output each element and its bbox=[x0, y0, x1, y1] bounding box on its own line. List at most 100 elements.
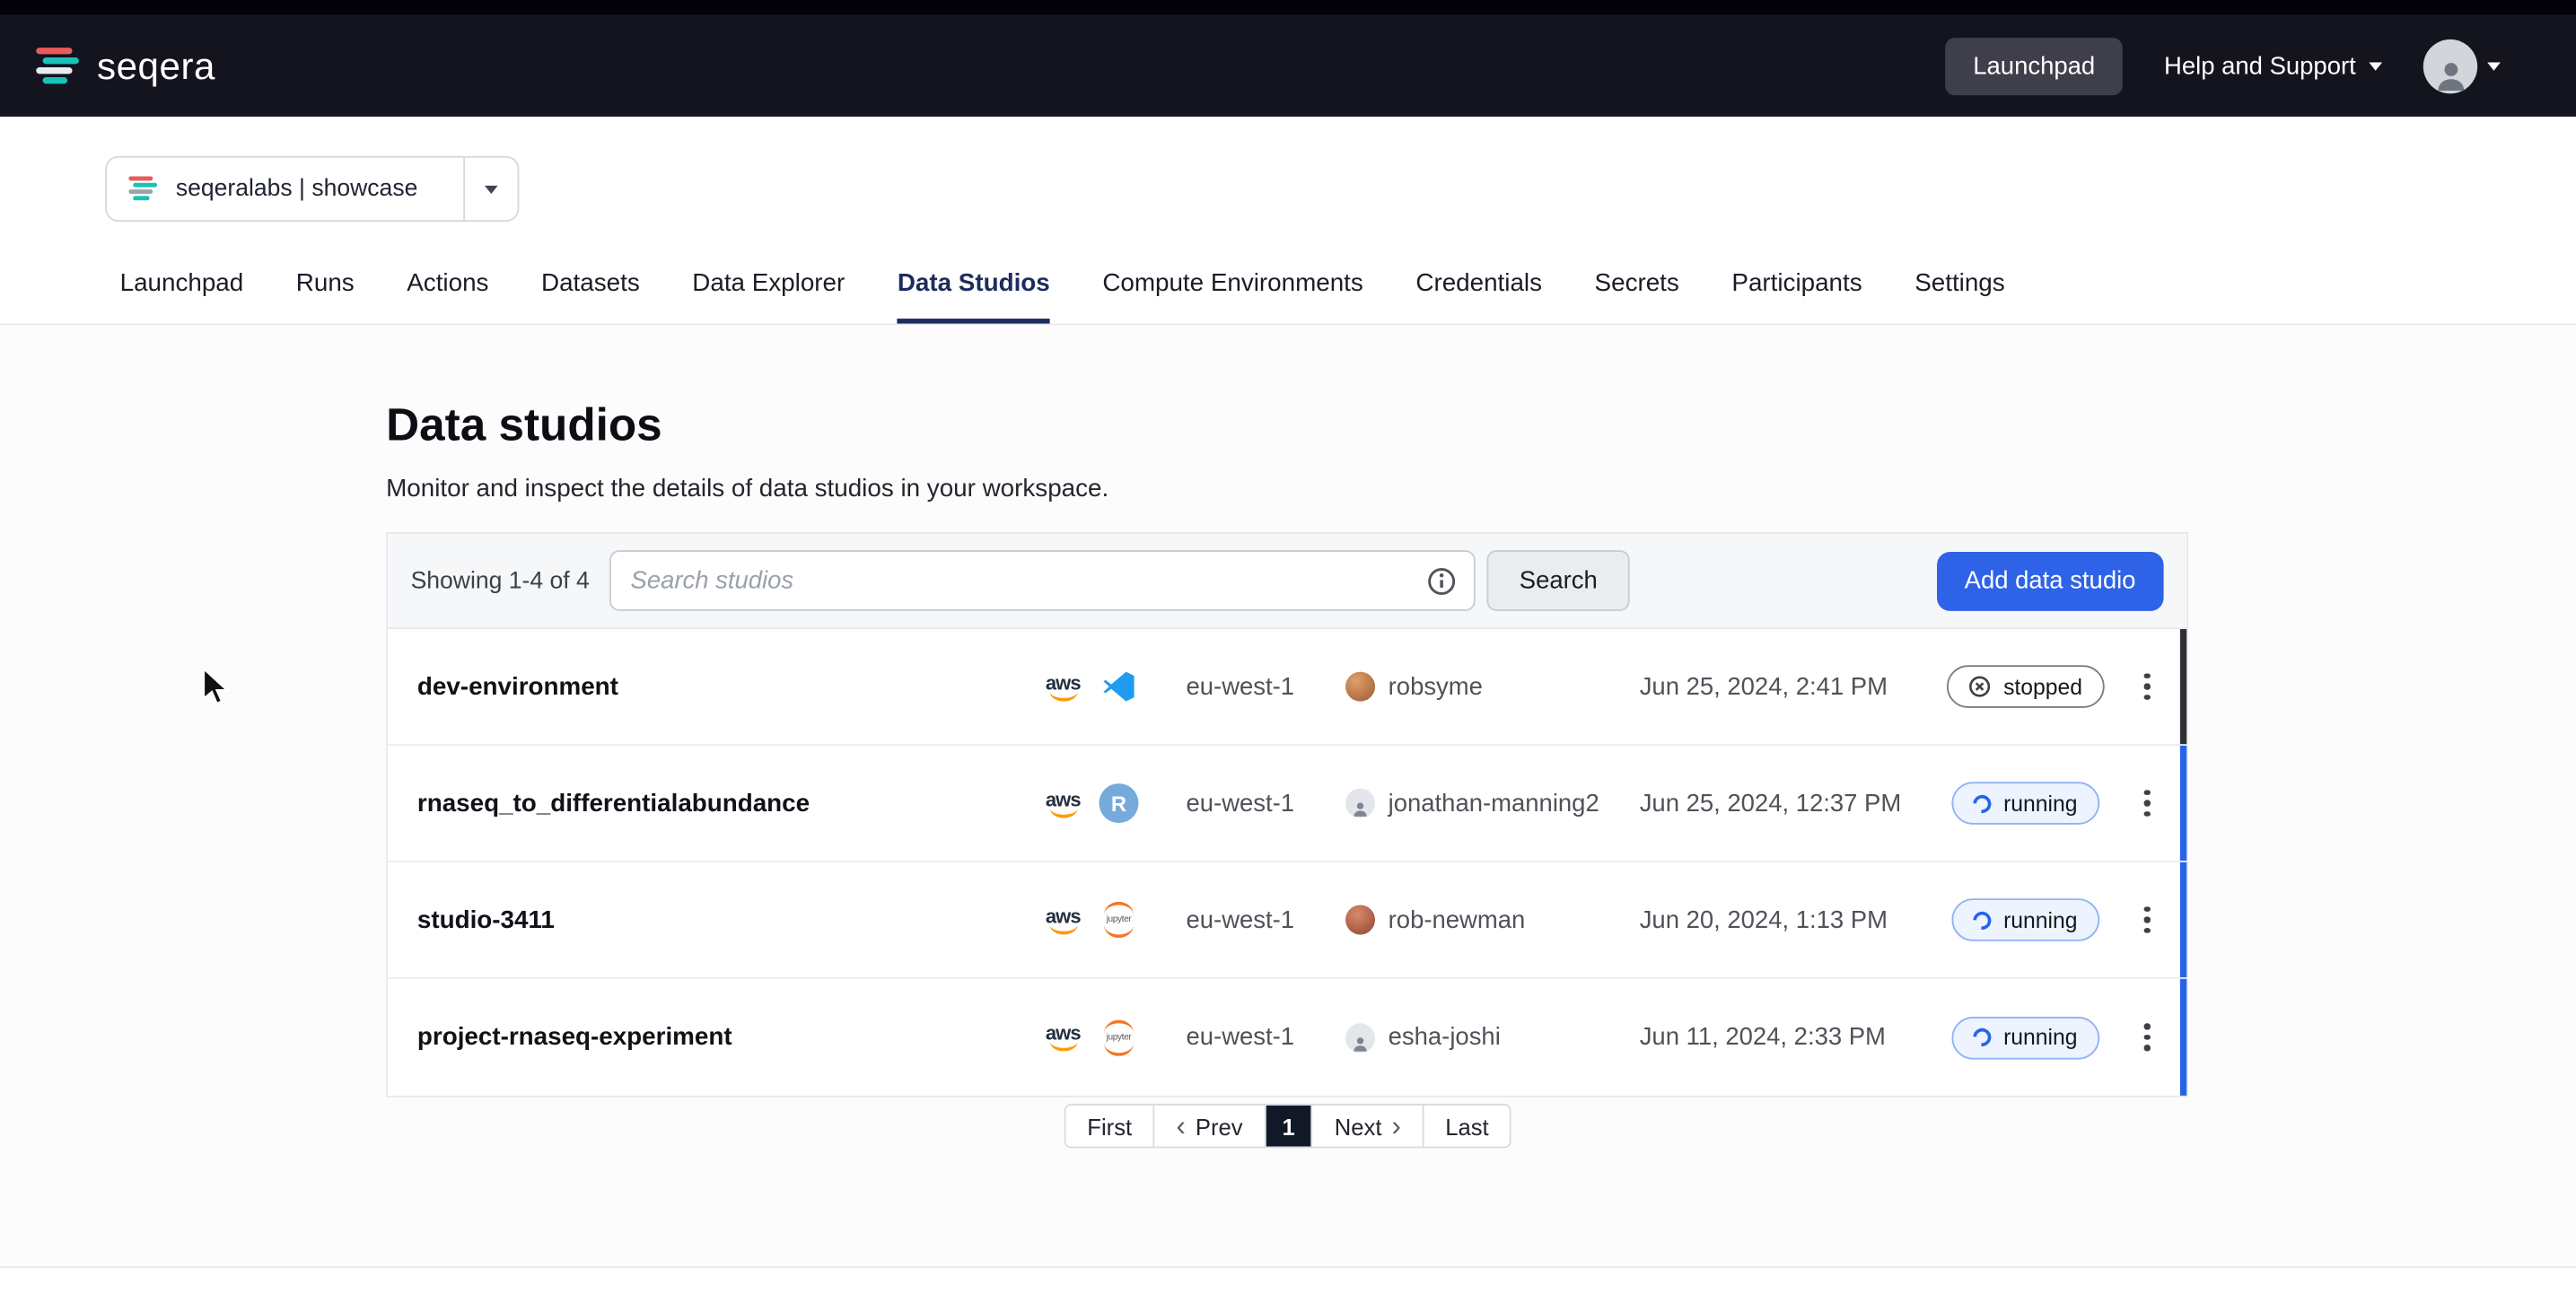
running-spinner-icon bbox=[1970, 907, 1995, 932]
table-row[interactable]: dev-environment aws eu-west-1 robsyme bbox=[388, 629, 2186, 746]
add-data-studio-button[interactable]: Add data studio bbox=[1937, 551, 2164, 610]
pagination-prev-button[interactable]: ‹ Prev bbox=[1155, 1106, 1266, 1147]
chevron-down-icon bbox=[485, 185, 498, 193]
avatar bbox=[1345, 672, 1375, 702]
tab-secrets[interactable]: Secrets bbox=[1595, 248, 1679, 323]
pagination: First ‹ Prev 1 Next › Last bbox=[1065, 1104, 1512, 1148]
username: robsyme bbox=[1389, 673, 1483, 701]
vscode-icon bbox=[1100, 667, 1139, 706]
row-menu-button[interactable] bbox=[2131, 663, 2163, 711]
top-navbar: seqera Launchpad Help and Support bbox=[0, 14, 2576, 116]
search-group: Search bbox=[609, 550, 1631, 611]
info-icon[interactable] bbox=[1425, 565, 1457, 597]
row-menu-button[interactable] bbox=[2131, 896, 2163, 944]
page-subtitle: Monitor and inspect the details of data … bbox=[386, 475, 1108, 503]
table-row[interactable]: project-rnaseq-experiment aws jupyter eu… bbox=[388, 979, 2186, 1096]
search-input[interactable] bbox=[609, 550, 1476, 611]
status-badge: running bbox=[1952, 1016, 2098, 1059]
row-menu-cell bbox=[2107, 780, 2186, 827]
tab-credentials[interactable]: Credentials bbox=[1415, 248, 1542, 323]
pagination-page-1-button[interactable]: 1 bbox=[1266, 1106, 1313, 1147]
main-content: Data studios Monitor and inspect the det… bbox=[0, 327, 2576, 1267]
screen: seqera Launchpad Help and Support bbox=[0, 0, 2576, 1303]
tab-settings[interactable]: Settings bbox=[1914, 248, 2004, 323]
running-spinner-icon bbox=[1970, 1025, 1995, 1050]
workspace-dropdown-button[interactable] bbox=[465, 158, 518, 221]
jupyter-icon: jupyter bbox=[1100, 900, 1139, 940]
status-label: stopped bbox=[2003, 674, 2082, 698]
studio-name-link[interactable]: rnaseq_to_differentialabundance bbox=[388, 789, 1041, 817]
studio-owner: esha-joshi bbox=[1345, 1022, 1640, 1052]
results-count: Showing 1-4 of 4 bbox=[411, 567, 590, 593]
person-icon bbox=[1351, 1034, 1371, 1052]
pagination-first-button[interactable]: First bbox=[1066, 1106, 1155, 1147]
created-date: Jun 25, 2024, 2:41 PM bbox=[1640, 673, 1944, 701]
status-cell: running bbox=[1943, 898, 2107, 941]
person-icon bbox=[2431, 57, 2470, 92]
stopped-circle-x-icon bbox=[1969, 675, 1993, 698]
seqera-logo: seqera bbox=[33, 44, 215, 88]
user-menu[interactable] bbox=[2423, 39, 2501, 92]
table-row[interactable]: studio-3411 aws jupyter eu-west-1 rob-ne… bbox=[388, 862, 2186, 979]
pagination-next-label: Next bbox=[1335, 1113, 1382, 1139]
status-badge: running bbox=[1952, 782, 2098, 825]
brand-wordmark: seqera bbox=[97, 44, 215, 88]
row-menu-cell bbox=[2107, 896, 2186, 944]
seqera-app: seqera Launchpad Help and Support bbox=[0, 0, 2576, 1303]
region-label: eu-west-1 bbox=[1187, 905, 1346, 933]
pagination-first-label: First bbox=[1087, 1113, 1132, 1139]
chevron-right-icon: › bbox=[1391, 1112, 1400, 1140]
tab-data-studios[interactable]: Data Studios bbox=[898, 248, 1050, 323]
studio-platform-icons: aws jupyter bbox=[1041, 900, 1186, 940]
aws-icon: aws bbox=[1041, 673, 1084, 701]
region-label: eu-west-1 bbox=[1187, 789, 1346, 817]
avatar bbox=[1345, 905, 1375, 935]
avatar bbox=[1345, 1022, 1375, 1052]
chevron-down-icon bbox=[2369, 62, 2382, 70]
studio-owner: jonathan-manning2 bbox=[1345, 789, 1640, 818]
studio-owner: robsyme bbox=[1345, 672, 1640, 702]
help-and-support-menu[interactable]: Help and Support bbox=[2164, 52, 2382, 80]
studio-name-link[interactable]: studio-3411 bbox=[388, 905, 1041, 933]
workspace-org-icon bbox=[127, 174, 160, 204]
status-badge: stopped bbox=[1948, 665, 2104, 708]
pagination-prev-label: Prev bbox=[1196, 1113, 1243, 1139]
launchpad-button[interactable]: Launchpad bbox=[1945, 37, 2123, 94]
studio-owner: rob-newman bbox=[1345, 905, 1640, 935]
page-footer bbox=[0, 1267, 2576, 1303]
tab-data-explorer[interactable]: Data Explorer bbox=[692, 248, 845, 323]
rstudio-icon: R bbox=[1100, 783, 1139, 823]
table-row[interactable]: rnaseq_to_differentialabundance aws R eu… bbox=[388, 746, 2186, 862]
pagination-next-button[interactable]: Next › bbox=[1313, 1106, 1424, 1147]
avatar bbox=[2423, 39, 2477, 92]
studio-name-link[interactable]: dev-environment bbox=[388, 673, 1041, 701]
studio-platform-icons: aws bbox=[1041, 667, 1186, 706]
tab-participants[interactable]: Participants bbox=[1731, 248, 1862, 323]
chevron-down-icon bbox=[2487, 62, 2501, 70]
window-top-strip bbox=[0, 0, 2576, 14]
pagination-last-button[interactable]: Last bbox=[1424, 1106, 1510, 1147]
aws-icon: aws bbox=[1041, 1023, 1084, 1051]
panel-toolbar: Showing 1-4 of 4 Search bbox=[388, 534, 2186, 629]
row-menu-button[interactable] bbox=[2131, 780, 2163, 827]
tab-runs[interactable]: Runs bbox=[296, 248, 355, 323]
search-button[interactable]: Search bbox=[1486, 550, 1630, 611]
tab-actions[interactable]: Actions bbox=[407, 248, 488, 323]
row-menu-cell bbox=[2107, 663, 2186, 711]
studio-platform-icons: aws R bbox=[1041, 783, 1186, 823]
chevron-left-icon: ‹ bbox=[1177, 1112, 1186, 1140]
row-menu-button[interactable] bbox=[2131, 1014, 2163, 1062]
tab-datasets[interactable]: Datasets bbox=[541, 248, 640, 323]
data-studios-panel: Showing 1-4 of 4 Search bbox=[386, 532, 2188, 1097]
avatar bbox=[1345, 789, 1375, 818]
studio-name-link[interactable]: project-rnaseq-experiment bbox=[388, 1023, 1041, 1051]
status-label: running bbox=[2003, 1025, 2077, 1049]
status-badge: running bbox=[1952, 898, 2098, 941]
tab-launchpad[interactable]: Launchpad bbox=[120, 248, 244, 323]
region-label: eu-west-1 bbox=[1187, 1023, 1346, 1051]
tab-compute-environments[interactable]: Compute Environments bbox=[1102, 248, 1362, 323]
username: esha-joshi bbox=[1389, 1023, 1501, 1051]
workspace-selector[interactable]: seqeralabs | showcase bbox=[105, 156, 520, 222]
running-spinner-icon bbox=[1970, 791, 1995, 816]
row-menu-cell bbox=[2107, 1014, 2186, 1062]
